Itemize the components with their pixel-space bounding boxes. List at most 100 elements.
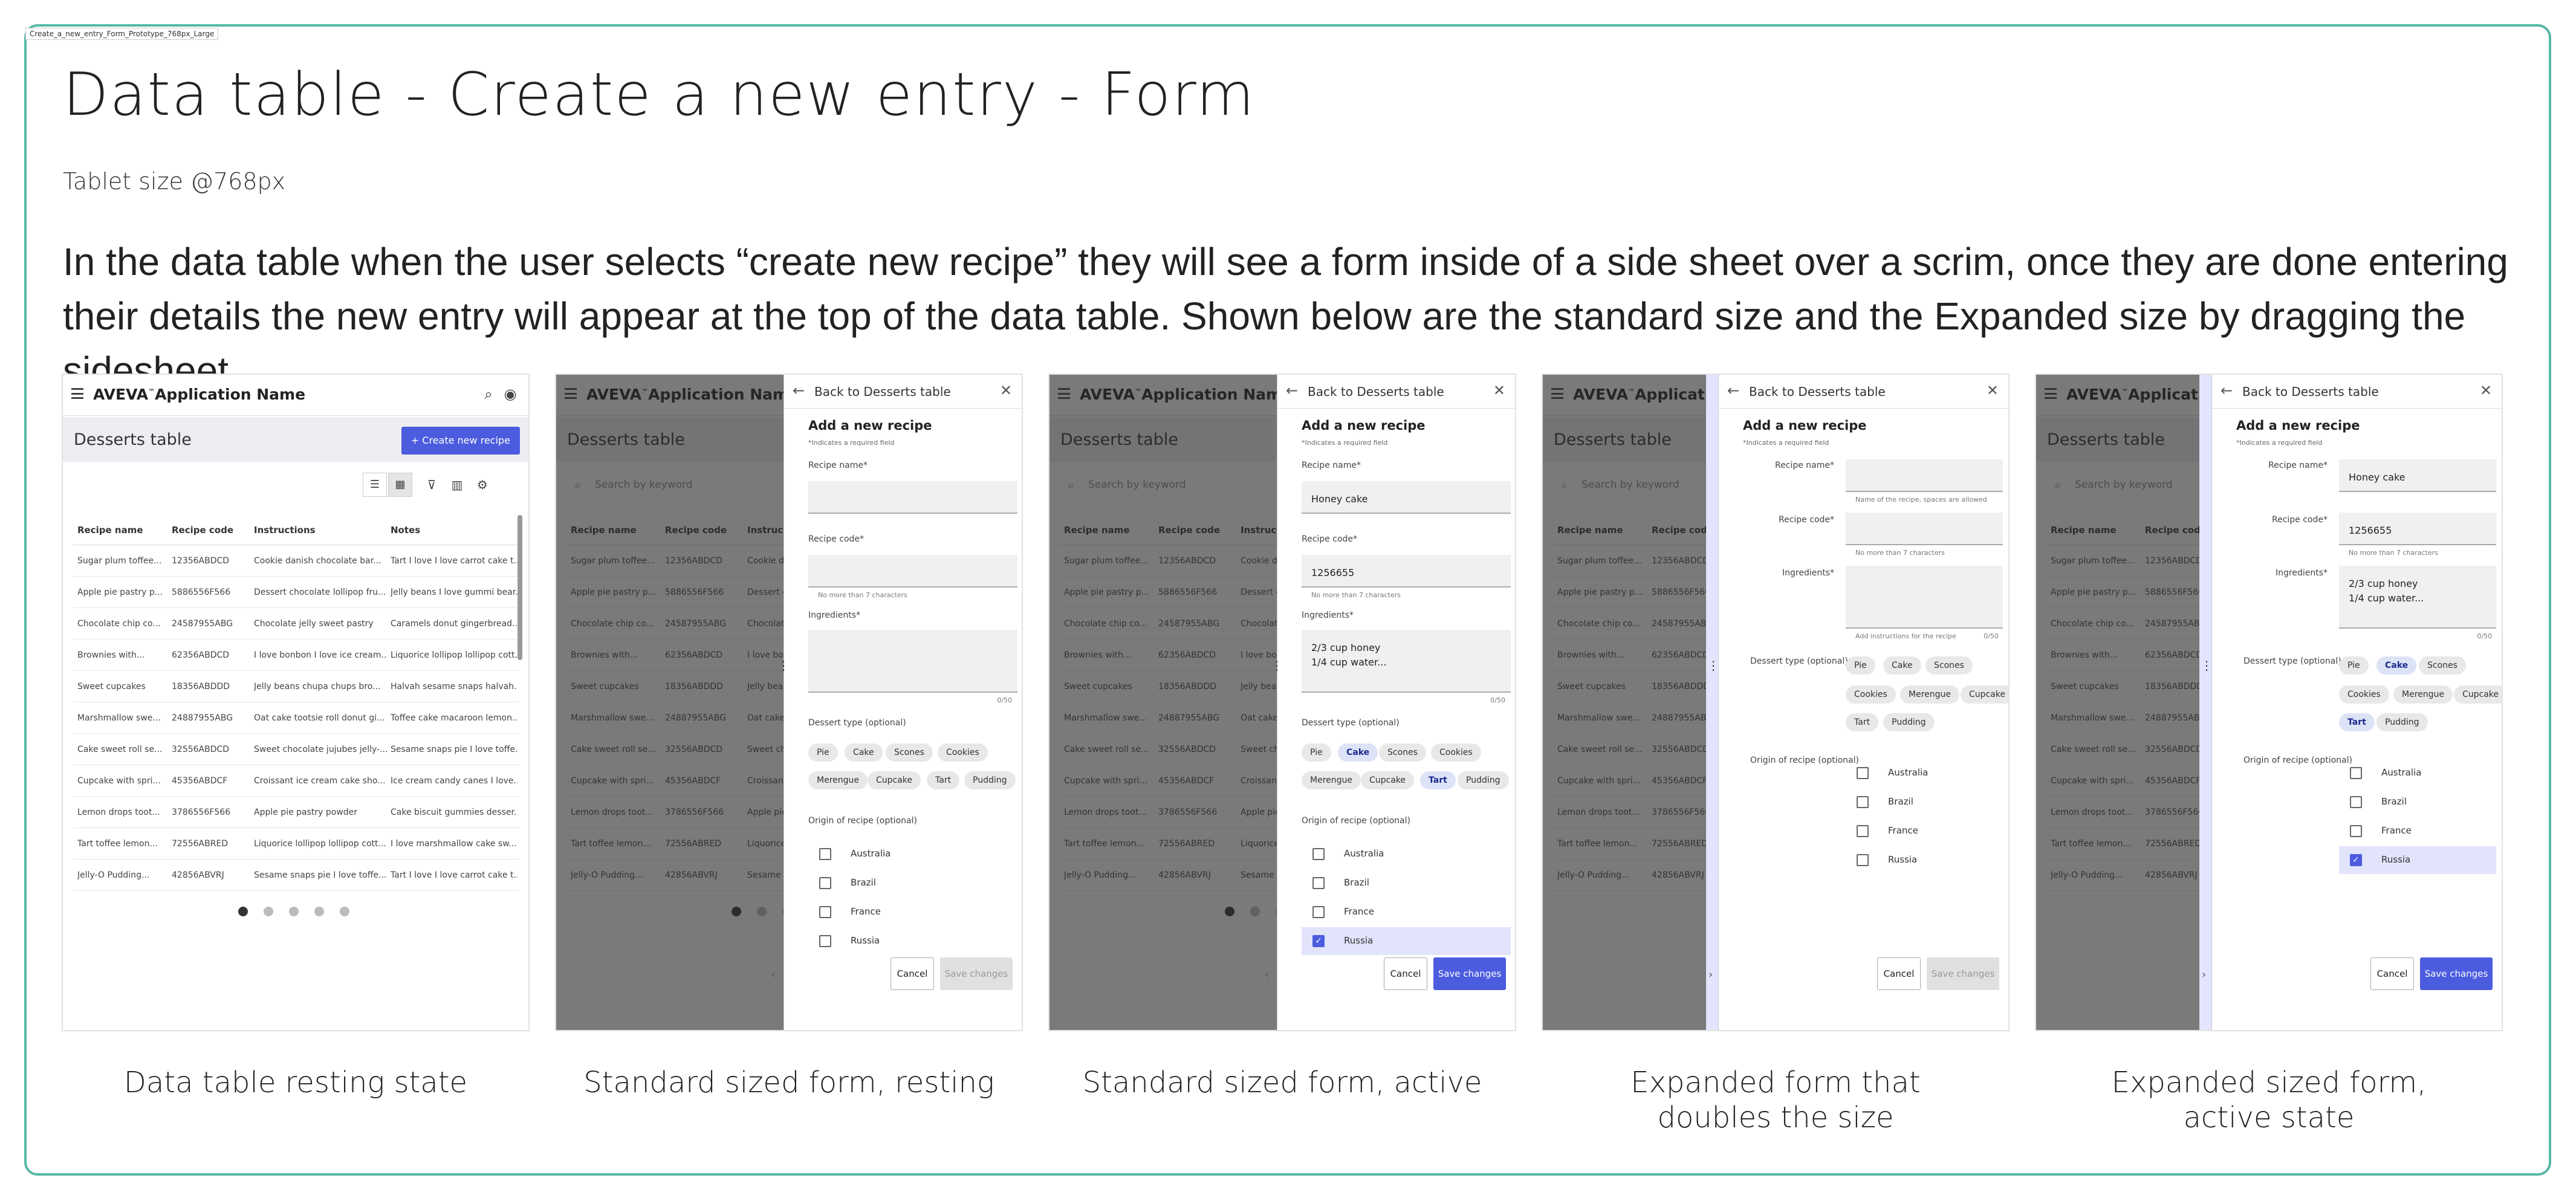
scrim-overlay[interactable] xyxy=(1050,375,1277,1030)
table-row[interactable]: Cupcake with spri... 45356ABDCF Croissant … xyxy=(73,765,520,797)
drag-bar[interactable] xyxy=(1706,375,1718,1030)
close-icon[interactable]: ✕ xyxy=(2480,382,2492,399)
account-icon[interactable]: ◉ xyxy=(502,386,519,403)
close-icon[interactable]: ✕ xyxy=(1000,382,1012,399)
dessert-type-chip[interactable]: Pie xyxy=(808,743,838,762)
pagination-dot[interactable] xyxy=(340,907,349,916)
column-header[interactable]: Instructions xyxy=(254,525,387,536)
checkbox[interactable] xyxy=(2350,796,2362,808)
collapse-chevron-icon[interactable]: ‹ xyxy=(771,968,776,981)
close-icon[interactable]: ✕ xyxy=(1987,382,1999,399)
scrim-overlay[interactable] xyxy=(556,375,784,1030)
dessert-type-chip[interactable]: Cookies xyxy=(1431,743,1481,762)
checkbox[interactable] xyxy=(1857,854,1869,866)
cancel-button[interactable]: Cancel xyxy=(1877,957,1921,990)
checkbox[interactable] xyxy=(1857,825,1869,837)
pagination-dot[interactable] xyxy=(264,907,273,916)
dessert-type-chip[interactable]: Tart xyxy=(2339,713,2375,731)
checkbox[interactable] xyxy=(2350,767,2362,779)
recipe-code-input[interactable]: 1256655 xyxy=(1302,555,1511,588)
dessert-type-chip[interactable]: Cupcake xyxy=(2454,685,2502,704)
origin-checkbox-row[interactable]: Australia xyxy=(2339,759,2496,787)
checkbox[interactable] xyxy=(1857,796,1869,808)
checkbox[interactable]: ✓ xyxy=(1312,935,1325,947)
scrim-overlay[interactable] xyxy=(1543,375,1706,1030)
column-header[interactable]: Recipe name xyxy=(77,525,168,536)
dessert-type-chip[interactable]: Tart xyxy=(1420,771,1456,789)
pagination-dot[interactable] xyxy=(238,907,248,916)
dessert-type-chip[interactable]: Scones xyxy=(2419,656,2466,675)
filter-icon[interactable]: ⊽ xyxy=(421,473,443,497)
ingredients-textarea[interactable] xyxy=(808,630,1017,693)
cancel-button[interactable]: Cancel xyxy=(2370,957,2414,990)
recipe-code-input[interactable]: 1256655 xyxy=(2339,513,2496,545)
dessert-type-chip[interactable]: Merengue xyxy=(808,771,868,789)
origin-checkbox-row[interactable]: Australia xyxy=(1302,840,1511,868)
origin-checkbox-row[interactable]: Russia xyxy=(1846,846,2003,874)
origin-checkbox-row[interactable]: Brazil xyxy=(2339,788,2496,816)
table-row[interactable]: Tart toffee lemon... 72556ABRED Liquorice … xyxy=(73,828,520,860)
dessert-type-chip[interactable]: Pudding xyxy=(964,771,1016,789)
checkbox[interactable] xyxy=(1312,848,1325,860)
table-row[interactable]: Marshmallow swe... 24887955ABG Oat cake to… xyxy=(73,702,520,734)
recipe-name-input[interactable] xyxy=(808,481,1017,514)
ingredients-textarea[interactable]: 2/3 cup honey 1/4 cup water... xyxy=(1302,630,1511,693)
table-row[interactable]: Brownies with... 62356ABDCD I love bonbon … xyxy=(73,639,520,671)
back-arrow-icon[interactable]: ← xyxy=(793,382,805,399)
origin-checkbox-row[interactable]: France xyxy=(2339,817,2496,845)
recipe-name-input[interactable]: Honey cake xyxy=(1302,481,1511,514)
dessert-type-chip[interactable]: Cupcake xyxy=(868,771,921,789)
back-to-table-link[interactable]: Back to Desserts table xyxy=(1749,384,1886,399)
drag-handle-icon[interactable]: ⋮ xyxy=(1271,656,1283,675)
checkbox[interactable] xyxy=(819,848,831,860)
dessert-type-chip[interactable]: Cake xyxy=(1883,656,1921,675)
column-header[interactable]: Notes xyxy=(391,525,517,536)
save-changes-button[interactable]: Save changes xyxy=(1433,957,1506,990)
recipe-name-input[interactable]: Honey cake xyxy=(2339,459,2496,492)
origin-checkbox-row[interactable]: ✓ Russia xyxy=(2339,846,2496,874)
drag-handle-icon[interactable]: ⋮ xyxy=(2201,656,2213,675)
back-to-table-link[interactable]: Back to Desserts table xyxy=(1308,384,1444,399)
column-header[interactable]: Recipe code xyxy=(172,525,250,536)
dessert-type-chip[interactable]: Pudding xyxy=(2376,713,2428,731)
table-row[interactable]: Jelly-O Pudding... 42856ABVRJ Sesame snaps… xyxy=(73,860,520,891)
recipe-code-input[interactable] xyxy=(1846,513,2003,545)
dessert-type-chip[interactable]: Cookies xyxy=(938,743,988,762)
dessert-type-chip[interactable]: Pudding xyxy=(1883,713,1935,731)
search-icon[interactable]: ⌕ xyxy=(480,386,497,403)
table-row[interactable]: Apple pie pastry p... 5886556F566 Dessert … xyxy=(73,577,520,608)
drag-handle-icon[interactable]: ⋮ xyxy=(1707,656,1719,675)
origin-checkbox-row[interactable]: Australia xyxy=(1846,759,2003,787)
origin-checkbox-row[interactable]: France xyxy=(808,898,1017,926)
pagination-dot[interactable] xyxy=(289,907,299,916)
table-row[interactable]: Chocolate chip co... 24587955ABG Chocolate… xyxy=(73,608,520,639)
dessert-type-chip[interactable]: Pie xyxy=(2339,656,2369,675)
ingredients-textarea[interactable]: 2/3 cup honey 1/4 cup water... xyxy=(2339,566,2496,629)
dessert-type-chip[interactable]: Scones xyxy=(1926,656,1973,675)
table-row[interactable]: Sugar plum toffee... 12356ABDCD Cookie dan… xyxy=(73,545,520,577)
density-default-icon[interactable]: ▦ xyxy=(388,473,412,497)
drag-handle-icon[interactable]: ⋮ xyxy=(777,656,790,675)
scrim-overlay[interactable] xyxy=(2036,375,2199,1030)
dessert-type-chip[interactable]: Cake xyxy=(2376,656,2417,675)
dessert-type-chip[interactable]: Cupcake xyxy=(1361,771,1415,789)
checkbox[interactable] xyxy=(819,935,831,947)
dessert-type-chip[interactable]: Tart xyxy=(927,771,960,789)
origin-checkbox-row[interactable]: Russia xyxy=(808,927,1017,955)
dessert-type-chip[interactable]: Pie xyxy=(1846,656,1875,675)
ingredients-textarea[interactable] xyxy=(1846,566,2003,629)
table-row[interactable]: Cake sweet roll se... 32556ABDCD Sweet cho… xyxy=(73,734,520,765)
columns-icon[interactable]: ▥ xyxy=(446,473,468,497)
checkbox[interactable] xyxy=(1857,767,1869,779)
pagination-dot[interactable] xyxy=(314,907,324,916)
dessert-type-chip[interactable]: Pie xyxy=(1302,743,1331,762)
create-new-recipe-button[interactable]: + Create new recipe xyxy=(401,427,520,455)
back-to-table-link[interactable]: Back to Desserts table xyxy=(2242,384,2379,399)
origin-checkbox-row[interactable]: France xyxy=(1846,817,2003,845)
dessert-type-chip[interactable]: Scones xyxy=(1379,743,1426,762)
close-icon[interactable]: ✕ xyxy=(1493,382,1505,399)
drag-bar[interactable] xyxy=(2199,375,2211,1030)
back-arrow-icon[interactable]: ← xyxy=(1286,382,1298,399)
density-compact-icon[interactable]: ☰ xyxy=(363,473,387,497)
back-to-table-link[interactable]: Back to Desserts table xyxy=(814,384,951,399)
